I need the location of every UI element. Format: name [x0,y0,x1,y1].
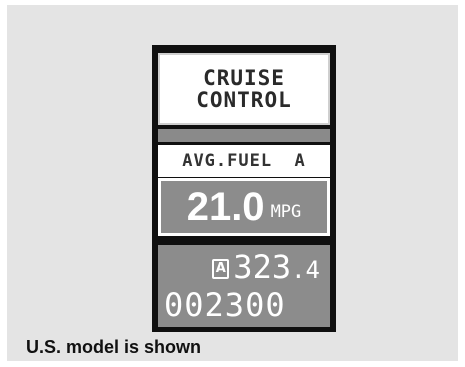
illustration-frame: CRUISE CONTROL AVG.FUEL A 21.0 MPG A 323… [7,5,458,361]
odometer-value: 002300 [164,286,286,324]
trip-meter-integer: 323 [233,248,292,286]
fuel-economy-value: 21.0 [186,185,265,229]
trip-meter-decimal: .4 [291,256,320,284]
multi-information-display: CRUISE CONTROL AVG.FUEL A 21.0 MPG A 323… [152,45,336,332]
fuel-economy-unit: MPG [270,202,302,222]
info-label-panel: AVG.FUEL A [158,145,330,177]
odometer-panel: A 323.4 002300 [158,245,330,327]
avg-fuel-label: AVG.FUEL A [182,151,306,171]
cruise-label-line2: CONTROL [196,88,292,112]
trip-meter-row: A 323.4 [212,251,320,283]
separator-bar [158,129,330,142]
cruise-control-indicator: CRUISE CONTROL [158,53,330,125]
trip-a-badge: A [212,259,230,279]
trip-meter-value: 323.4 [233,251,320,283]
caption-text: U.S. model is shown [26,337,202,357]
cruise-label-line1: CRUISE [203,66,285,90]
fuel-economy-panel: 21.0 MPG [158,178,330,236]
